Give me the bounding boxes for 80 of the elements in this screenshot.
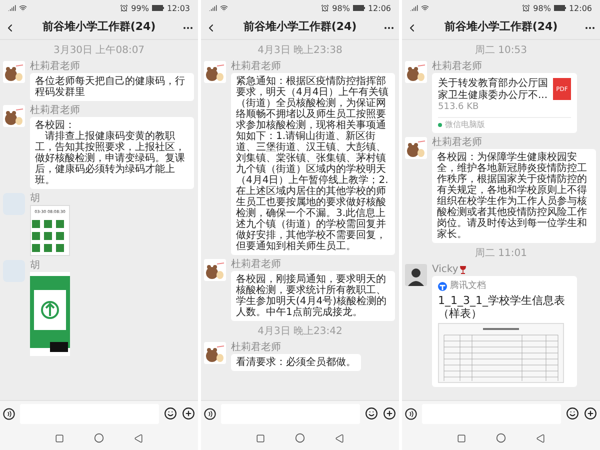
timestamp: 4月3日 晚上23:38 <box>258 45 342 56</box>
message-paragraph: 请排查上报健康码变黄的教职工，告知其按照要求，上报社区，做好核酸检测，申请变绿码。复课后，健康码必须转为绿码才能上班。 <box>35 131 186 186</box>
sender-name: 杜莉君老师 <box>231 342 281 353</box>
clock-time: 12:03 <box>166 4 190 12</box>
add-icon[interactable] <box>584 407 597 420</box>
file-size: 513.6 KB <box>438 102 480 113</box>
battery-percent: 98% <box>533 4 551 12</box>
file-title: 关于转发教育部办公厅国家卫生健康委办公厅不... <box>438 78 549 102</box>
person-avatar[interactable] <box>405 264 427 286</box>
signal-icon <box>209 4 217 12</box>
wifi-icon <box>220 4 228 12</box>
doc-app-name: 腾讯文档 <box>450 281 486 291</box>
bear-avatar[interactable] <box>405 61 427 83</box>
add-icon[interactable] <box>383 407 396 420</box>
message-bubble[interactable]: 紧急通知：根据区疫情防控指挥部要求，明天（4月4日）上午有关镇（街道）全员核酸检测，为保证网络顺畅不拥堵以及师生员工按照要求参加核酸检测，现将相关事项通知如下：1.请铜山街道、新区街道、三堡街道、汉王镇、大彭镇、刘集镇、棠张镇、张集镇、茅村镇九个镇（街道）区域内的学校明天（4月4日）上午暂停线上教学；2.在上述区域内居住的其他学校的师生员工也要按属地的要求做好核酸检测，确保一个不漏。3.此信息上述九个镇（街道）的学校需回复并做好安排，其他学校不需要回复，但要通知到相关师生员工。 <box>231 73 395 255</box>
home-icon[interactable] <box>94 433 104 443</box>
back-nav-icon[interactable] <box>134 434 143 442</box>
voice-icon[interactable] <box>405 408 417 420</box>
doc-title: 1_1_3_1_学校学生信息表（样表） <box>438 294 566 320</box>
recents-icon[interactable] <box>55 434 64 442</box>
sender-name: 杜莉君老师 <box>231 259 281 270</box>
signal-icon <box>8 4 16 12</box>
emoji-icon[interactable] <box>365 407 378 420</box>
alarm-icon <box>522 4 530 12</box>
document-card[interactable]: 腾讯文档 1_1_3_1_学校学生信息表（样表） <box>432 276 577 387</box>
message-bubble[interactable]: 各校园：为保障学生健康校园安全，维护各地新冠肺炎疫情防控工作秩序，根据国家关于疫情防控的有关规定，各地和学校原则上不得组织在校学生作为工作人员参与核酸检测或者其他疫情防控风险工作岗位。请及时传达到每一位学生和家长。 <box>432 149 596 243</box>
emoji-icon[interactable] <box>164 407 177 420</box>
sender-name: 杜莉君老师 <box>30 61 80 72</box>
chat-title: 前谷堆小学工作群(24) <box>444 19 558 36</box>
bear-avatar[interactable] <box>405 137 427 159</box>
back-nav-icon[interactable] <box>536 434 545 442</box>
bear-avatar[interactable] <box>3 105 25 127</box>
battery-icon <box>152 5 164 11</box>
timestamp: 周二 11:01 <box>475 248 527 259</box>
sender-name: 胡 <box>30 260 40 271</box>
sender-name: 胡 <box>30 193 40 204</box>
sender-name: 杜莉君老师 <box>432 61 482 72</box>
message-paragraph: 各校园： <box>35 120 75 131</box>
voice-icon[interactable] <box>204 408 216 420</box>
emoji-icon[interactable] <box>566 407 579 420</box>
home-icon[interactable] <box>295 433 305 443</box>
voice-icon[interactable] <box>3 408 15 420</box>
alarm-icon <box>321 4 330 12</box>
back-nav-icon[interactable] <box>335 434 344 442</box>
clock-time: 12:06 <box>368 4 391 12</box>
timestamp: 4月3日 晚上23:42 <box>258 326 342 337</box>
message-bubble[interactable]: 各校园，刚接局通知，要求明天的核酸检测，要求统计所有教职工、学生参加明天(4月4号)核酸检测的人数。中午1点前完成接龙。 <box>231 271 395 321</box>
app-icon <box>438 123 442 127</box>
wifi-icon <box>19 4 27 12</box>
recents-icon[interactable] <box>256 434 265 442</box>
message-bubble[interactable]: 看清要求：必须全员都做。 <box>231 354 361 371</box>
sender-name: 杜莉君老师 <box>30 105 80 116</box>
message-bubble[interactable]: 各校园： 请排查上报健康码变黄的教职工，告知其按照要求，上报社区，做好核酸检测，申请变绿码。复课后，健康码必须转为绿码才能上班。 <box>30 117 194 189</box>
sender-name: 杜莉君老师 <box>231 61 281 72</box>
bear-avatar[interactable] <box>204 259 226 281</box>
battery-percent: 99% <box>131 4 149 12</box>
sender-name: Vicky <box>432 264 458 275</box>
recents-icon[interactable] <box>457 434 466 442</box>
chat-title: 前谷堆小学工作群(24) <box>243 19 357 36</box>
battery-percent: 98% <box>332 4 350 12</box>
battery-icon <box>352 5 365 11</box>
sender-name: 杜莉君老师 <box>432 137 482 148</box>
home-icon[interactable] <box>496 433 506 443</box>
wine-glass-icon <box>460 266 466 274</box>
timestamp: 3月30日 上午08:07 <box>53 45 145 56</box>
doc-app-icon <box>438 282 447 290</box>
timestamp: 周二 10:53 <box>475 45 527 56</box>
chat-title: 前谷堆小学工作群(24) <box>42 19 156 36</box>
pass-code-image[interactable] <box>30 272 70 356</box>
alarm-icon <box>120 4 128 12</box>
bear-avatar[interactable] <box>3 61 25 83</box>
battery-icon <box>554 5 566 11</box>
bear-avatar[interactable] <box>204 61 226 83</box>
add-icon[interactable] <box>182 407 195 420</box>
clock-time: 12:06 <box>568 4 592 12</box>
message-bubble[interactable]: 各位老师每天把自己的健康码，行程码发群里 <box>30 73 194 101</box>
signal-icon <box>410 4 418 12</box>
file-source: 微信电脑版 <box>445 120 485 130</box>
bear-avatar[interactable] <box>204 342 226 364</box>
wifi-icon <box>421 4 429 12</box>
